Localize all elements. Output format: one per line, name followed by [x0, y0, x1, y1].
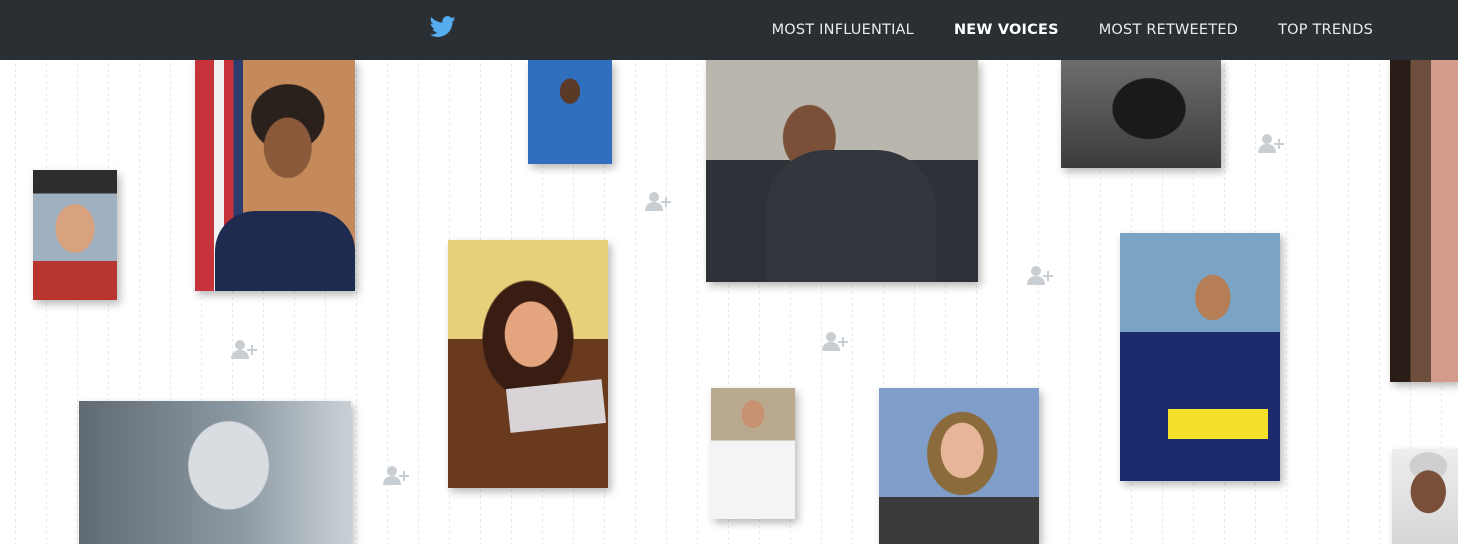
main-nav: MOST INFLUENTIAL NEW VOICES MOST RETWEET…	[772, 0, 1373, 60]
follow-user-icon[interactable]	[1256, 132, 1286, 154]
person-photo[interactable]	[33, 170, 117, 300]
follow-user-icon[interactable]	[1025, 264, 1055, 286]
person-photo[interactable]	[1061, 60, 1221, 168]
nav-most-influential[interactable]: MOST INFLUENTIAL	[772, 22, 914, 38]
top-navigation-bar: MOST INFLUENTIAL NEW VOICES MOST RETWEET…	[0, 0, 1458, 60]
person-photo[interactable]	[528, 60, 612, 164]
person-photo[interactable]	[448, 240, 608, 488]
follow-user-icon[interactable]	[643, 190, 673, 212]
person-photo[interactable]	[1120, 233, 1280, 481]
person-photo[interactable]	[879, 388, 1039, 544]
nav-most-retweeted[interactable]: MOST RETWEETED	[1099, 22, 1238, 38]
nav-top-trends[interactable]: TOP TRENDS	[1278, 22, 1373, 38]
person-photo[interactable]	[1390, 60, 1458, 382]
nav-new-voices[interactable]: NEW VOICES	[954, 22, 1059, 38]
follow-user-icon[interactable]	[229, 338, 259, 360]
person-photo[interactable]	[706, 60, 978, 282]
follow-user-icon[interactable]	[381, 464, 411, 486]
person-photo[interactable]	[1392, 449, 1458, 544]
person-photo[interactable]	[195, 60, 355, 291]
person-photo[interactable]	[79, 401, 351, 544]
twitter-bird-icon[interactable]	[430, 16, 456, 38]
follow-user-icon[interactable]	[820, 330, 850, 352]
person-photo[interactable]	[711, 388, 795, 519]
